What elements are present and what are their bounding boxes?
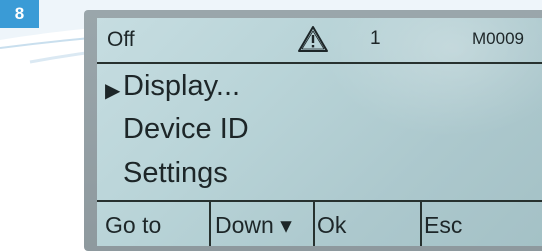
- menu-item-label: Device ID: [123, 113, 249, 145]
- menu-item-device-id[interactable]: Device ID: [123, 113, 249, 146]
- softkey-label: Ok: [317, 211, 347, 238]
- softkey-esc[interactable]: Esc: [420, 202, 534, 246]
- softkey-label: Down ▾: [215, 211, 292, 238]
- menu-item-display[interactable]: Display...: [123, 70, 240, 103]
- selection-arrow-icon: ▶: [105, 80, 121, 102]
- menu-item-settings[interactable]: Settings: [123, 157, 228, 190]
- alarm-count: 1: [370, 28, 381, 49]
- warning-triangle-icon: [298, 26, 328, 52]
- softkey-label: Go to: [105, 211, 162, 238]
- softkey-goto[interactable]: Go to: [105, 202, 205, 246]
- lcd-screen: Off 1 M0009 Display... ▶ Device ID Setti…: [97, 18, 542, 246]
- softkey-label: Esc: [424, 211, 463, 238]
- status-code: M0009: [472, 29, 524, 48]
- softkey-ok[interactable]: Ok: [313, 202, 417, 246]
- menu-item-label: Settings: [123, 157, 228, 189]
- status-mode: Off: [107, 28, 135, 51]
- softkey-down[interactable]: Down ▾: [209, 202, 313, 246]
- step-number-badge: 8: [0, 0, 39, 28]
- menu-item-label: Display...: [123, 70, 241, 102]
- status-bar: Off 1 M0009: [97, 18, 542, 64]
- softkey-bar: Go to Down ▾ Ok Esc: [97, 200, 542, 246]
